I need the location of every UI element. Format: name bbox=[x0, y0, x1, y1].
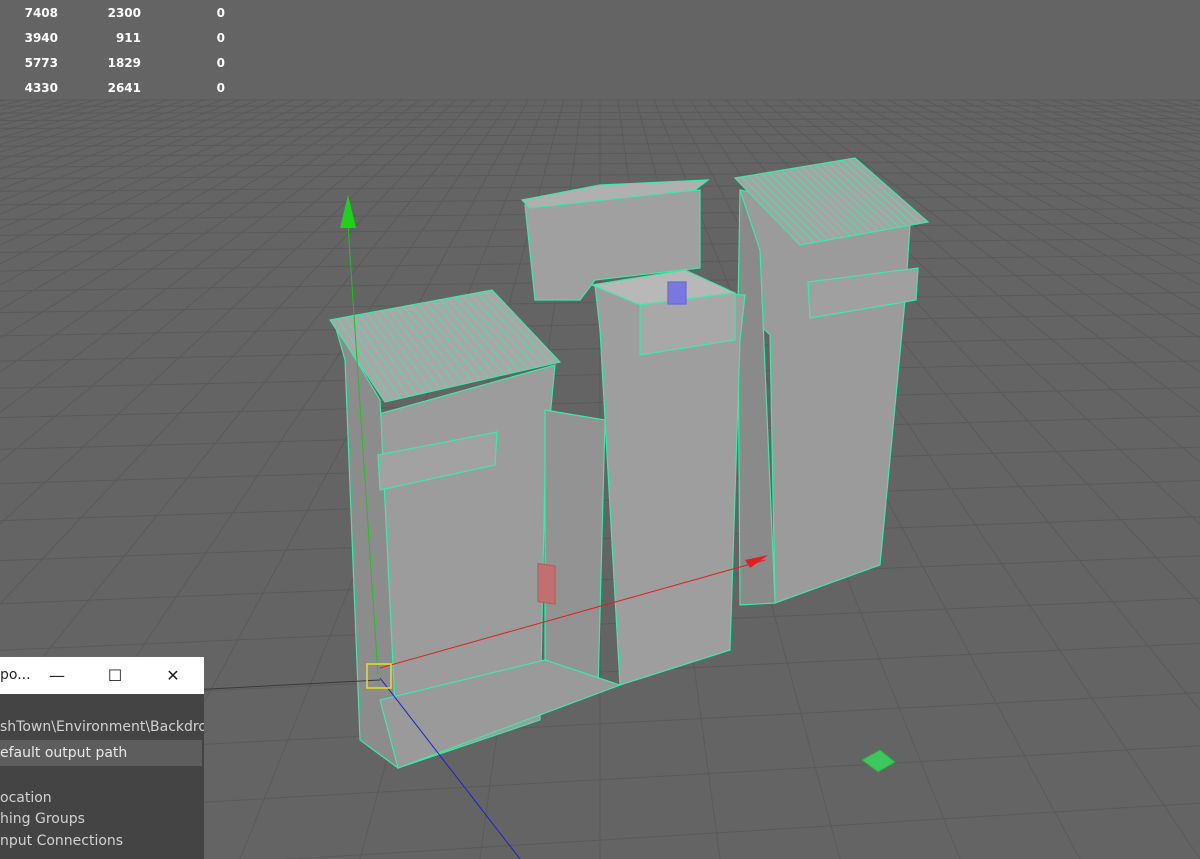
smoothing-groups-option[interactable]: hing Groups bbox=[0, 811, 85, 827]
building-mesh[interactable] bbox=[328, 157, 930, 770]
stat-value: 7408 bbox=[24, 6, 58, 20]
stat-row: 5773 1829 0 bbox=[0, 50, 240, 75]
grid-line bbox=[0, 105, 1200, 107]
poly-count-heads-up: 7408 2300 0 3940 911 0 5773 1829 0 4330 2641 0 bbox=[0, 0, 240, 100]
grid-line bbox=[1013, 99, 1200, 161]
default-output-path-option[interactable]: efault output path bbox=[0, 740, 202, 766]
stat-value: 0 bbox=[216, 6, 225, 20]
grid-line bbox=[1085, 99, 1200, 132]
stat-value: 1829 bbox=[107, 56, 141, 70]
grid-line bbox=[1067, 99, 1200, 139]
stat-value: 2300 bbox=[107, 6, 141, 20]
stat-value: 0 bbox=[216, 31, 225, 45]
grid-line bbox=[1049, 99, 1200, 146]
stat-value: 911 bbox=[115, 31, 141, 45]
panel-title: po... bbox=[0, 667, 31, 683]
input-connections-option[interactable]: nput Connections bbox=[0, 833, 123, 849]
grid-line bbox=[1157, 99, 1200, 111]
grid-line bbox=[887, 99, 1200, 246]
close-button[interactable]: ✕ bbox=[150, 657, 196, 694]
grid-line bbox=[923, 99, 1200, 215]
stat-value: 5773 bbox=[24, 56, 58, 70]
stat-value: 2641 bbox=[107, 81, 141, 95]
output-path-field[interactable]: shTown\Environment\Backdrop\ bbox=[0, 719, 204, 735]
panel-titlebar[interactable]: po... — ☐ ✕ bbox=[0, 657, 204, 694]
grid-line bbox=[941, 99, 1200, 202]
stat-value: 0 bbox=[216, 56, 225, 70]
location-option[interactable]: ocation bbox=[0, 790, 52, 806]
left-lower-block bbox=[544, 409, 606, 701]
stat-row: 7408 2300 0 bbox=[0, 0, 240, 25]
stat-row: 3940 911 0 bbox=[0, 25, 240, 50]
grid-line bbox=[905, 99, 1200, 230]
move-y-handle-icon[interactable] bbox=[340, 195, 356, 228]
stat-value: 4330 bbox=[24, 81, 58, 95]
green-plane-marker[interactable] bbox=[861, 749, 896, 773]
stat-row: 4330 2641 0 bbox=[0, 75, 240, 100]
maximize-button[interactable]: ☐ bbox=[92, 657, 138, 694]
grid-line bbox=[1031, 99, 1200, 153]
grid-line bbox=[1139, 99, 1200, 116]
stat-value: 3940 bbox=[24, 31, 58, 45]
blue-face-marker bbox=[667, 281, 687, 305]
grid-line bbox=[959, 99, 1200, 190]
minimize-button[interactable]: — bbox=[34, 657, 80, 694]
stat-value: 0 bbox=[216, 81, 225, 95]
export-options-panel: po... — ☐ ✕ shTown\Environment\Backdrop\… bbox=[0, 657, 204, 859]
grid-line bbox=[995, 99, 1200, 170]
red-face-marker bbox=[537, 562, 556, 605]
grid-line bbox=[1175, 99, 1200, 107]
grid-line bbox=[0, 111, 1200, 114]
